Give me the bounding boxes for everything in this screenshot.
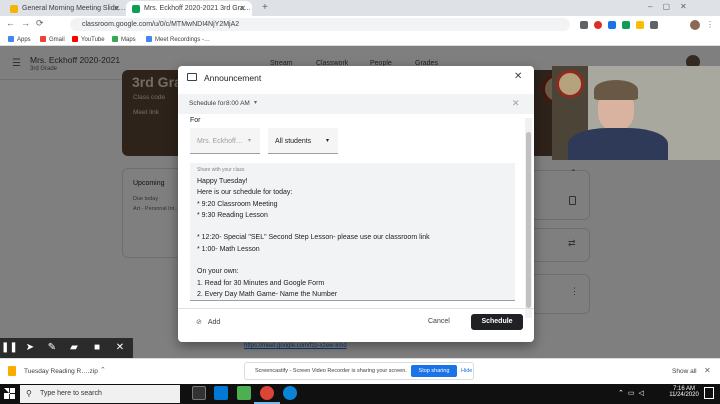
pen-icon[interactable]: ✎ (44, 340, 60, 356)
close-icon[interactable]: ✕ (514, 71, 522, 82)
dialog-header: Announcement ✕ (178, 66, 534, 90)
camera-icon[interactable]: ■ (89, 340, 105, 356)
scrollbar-thumb[interactable] (526, 132, 531, 308)
bookmark-apps[interactable]: Apps (8, 36, 31, 43)
announcement-body[interactable]: Happy Tuesday! Here is our schedule for … (197, 176, 508, 300)
gmail-icon (40, 36, 46, 42)
footer-divider (178, 308, 534, 309)
extension-icon[interactable] (580, 21, 588, 29)
chrome-icon[interactable] (260, 386, 274, 400)
tab-classroom[interactable]: Mrs. Eckhoff 2020-2021 3rd Gra… ✕ (126, 1, 252, 16)
cursor-icon[interactable]: ➤ (22, 340, 38, 356)
highlighter-icon[interactable]: ▰ (66, 340, 82, 356)
app-icon[interactable] (237, 386, 251, 400)
schedule-label: Schedule for (189, 100, 226, 107)
close-icon[interactable]: ✕ (239, 4, 246, 13)
paperclip-icon: ⊘ (196, 319, 202, 326)
pause-icon[interactable]: ❚❚ (1, 340, 18, 356)
sharing-message: Screencastify - Screen Video Recorder is… (255, 368, 407, 374)
webcam-overlay (552, 66, 720, 160)
chevron-up-icon[interactable]: ⌃ (100, 366, 106, 374)
tab-label: Mrs. Eckhoff 2020-2021 3rd Gra… (144, 5, 251, 12)
screen-sharing-banner: Screencastify - Screen Video Recorder is… (244, 362, 474, 380)
presenter-shirt (568, 128, 668, 160)
zip-file-icon (8, 366, 16, 376)
dropdown-arrow-icon: ▾ (326, 138, 330, 144)
extension-icons[interactable]: ⋮ (580, 20, 714, 30)
classroom-icon (132, 5, 140, 13)
maps-icon (112, 36, 118, 42)
slides-icon (10, 5, 18, 13)
for-label: For (190, 117, 201, 124)
class-select-value: Mrs. Eckhoff… (197, 138, 243, 145)
presenter-hair (594, 80, 638, 100)
address-bar[interactable]: classroom.google.com/u/0/c/MTMwNDI4NjY2M… (70, 18, 570, 31)
notifications-icon[interactable] (704, 387, 714, 399)
system-tray-icons[interactable]: ⌃▭◁ (618, 389, 648, 397)
drive-icon (146, 36, 152, 42)
bookmark-gmail[interactable]: Gmail (40, 36, 65, 43)
announcement-dialog: Announcement ✕ Schedule for 8:00 AM ▾ ✕ … (178, 66, 534, 342)
bookmark-maps[interactable]: Maps (112, 36, 136, 43)
show-all-button[interactable]: Show all (672, 368, 697, 375)
students-select-value: All students (275, 138, 312, 145)
announcement-icon (187, 73, 197, 81)
taskbar-search[interactable]: ⚲ Type here to search (20, 385, 180, 403)
students-select[interactable]: All students ▾ (268, 128, 338, 154)
dropdown-arrow-icon[interactable]: ▾ (254, 99, 257, 106)
close-icon[interactable]: ✕ (512, 98, 520, 109)
edge-icon[interactable] (283, 386, 297, 400)
screencastify-icon[interactable] (594, 21, 602, 29)
download-filename[interactable]: Tuesday Reading R….zip (24, 368, 98, 375)
nav-buttons[interactable]: ←→⟳ (6, 18, 50, 29)
youtube-icon (72, 36, 78, 42)
bookmark-youtube[interactable]: YouTube (72, 36, 105, 43)
new-tab-button[interactable]: + (262, 2, 268, 13)
extension-icon[interactable] (608, 21, 616, 29)
class-select: Mrs. Eckhoff… ▾ (190, 128, 260, 154)
puzzle-icon[interactable] (650, 21, 658, 29)
outlook-icon[interactable] (214, 386, 228, 400)
tab-morning-meeting[interactable]: General Morning Meeting Slide… ✕ (4, 1, 126, 16)
add-attachment-button[interactable]: ⊘ Add (196, 318, 220, 326)
hide-button[interactable]: Hide (461, 368, 472, 374)
extension-icon[interactable] (636, 21, 644, 29)
schedule-time[interactable]: 8:00 AM (226, 100, 250, 107)
apps-icon (8, 36, 14, 42)
schedule-button[interactable]: Schedule (471, 314, 523, 330)
close-icon[interactable]: ✕ (704, 366, 711, 375)
stop-sharing-button[interactable]: Stop sharing (411, 365, 457, 377)
window-controls[interactable]: –▢✕ (648, 2, 697, 11)
tab-label: General Morning Meeting Slide… (22, 5, 126, 12)
url-text: classroom.google.com/u/0/c/MTMwNDI4NjY2M… (82, 21, 240, 28)
textarea-label: Share with your class (197, 167, 245, 173)
extension-icon[interactable] (622, 21, 630, 29)
bookmarks-bar: Apps Gmail YouTube Maps Meet Recordings … (0, 33, 720, 46)
cancel-button[interactable]: Cancel (428, 318, 450, 325)
menu-icon[interactable]: ⋮ (706, 20, 714, 29)
profile-avatar[interactable] (690, 20, 700, 30)
schedule-bar: Schedule for 8:00 AM ▾ ✕ (178, 94, 534, 114)
announcement-textarea[interactable]: Share with your class Happy Tuesday! Her… (190, 163, 515, 301)
dropdown-arrow-icon: ▾ (248, 138, 252, 144)
dialog-title: Announcement (204, 73, 262, 83)
bookmark-meet-recordings[interactable]: Meet Recordings -… (146, 36, 210, 43)
wall-seal-image (556, 70, 584, 98)
clock[interactable]: 7:16 AM 11/24/2020 (668, 386, 700, 398)
task-view-icon[interactable] (192, 386, 206, 400)
search-placeholder: Type here to search (40, 390, 102, 397)
search-icon: ⚲ (26, 389, 32, 398)
add-label: Add (207, 319, 221, 326)
close-icon[interactable]: ✕ (112, 340, 128, 356)
close-icon[interactable]: ✕ (113, 4, 120, 13)
clock-date: 11/24/2020 (669, 392, 699, 398)
